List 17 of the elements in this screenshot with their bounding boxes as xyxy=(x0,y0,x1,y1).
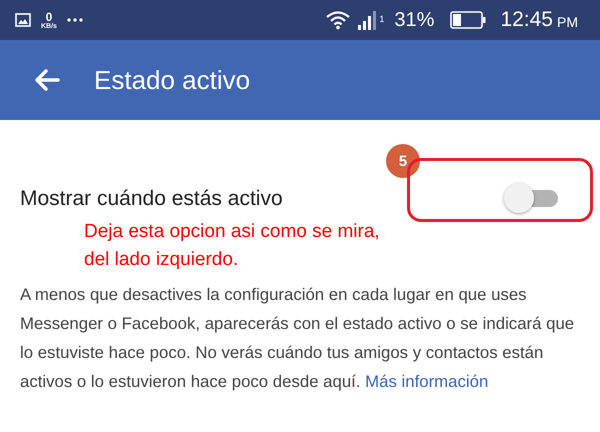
image-icon xyxy=(15,13,31,27)
annotation-note: Deja esta opcion asi como se mira, del lado izquierdo. xyxy=(84,220,381,272)
setting-description: A menos que desactives la configuración en cada lugar en que uses Messenger o Facebook, aparecerás con el estado activo o se indicará que lo estuviste hace poco. No verás cuándo tus amigos y contactos están activos o lo estuvieron hace poco desde aquí. Más información xyxy=(20,284,576,393)
sim-number: 1 xyxy=(379,14,384,24)
clock-time: 12:45 xyxy=(500,8,553,32)
speed-value: 0 xyxy=(46,10,52,22)
battery-percent: 31% xyxy=(394,8,434,32)
step-badge: 5 xyxy=(386,144,420,178)
more-info-link[interactable]: Más información xyxy=(365,372,488,391)
screen-title: Estado activo xyxy=(94,64,250,96)
more-icon xyxy=(66,18,83,22)
wifi-icon xyxy=(325,10,352,30)
setting-title: Mostrar cuándo estás activo xyxy=(20,187,283,211)
clock-meridiem: PM xyxy=(557,14,578,30)
battery-icon xyxy=(450,11,486,29)
active-status-toggle[interactable] xyxy=(504,183,558,213)
back-icon[interactable] xyxy=(34,69,60,91)
